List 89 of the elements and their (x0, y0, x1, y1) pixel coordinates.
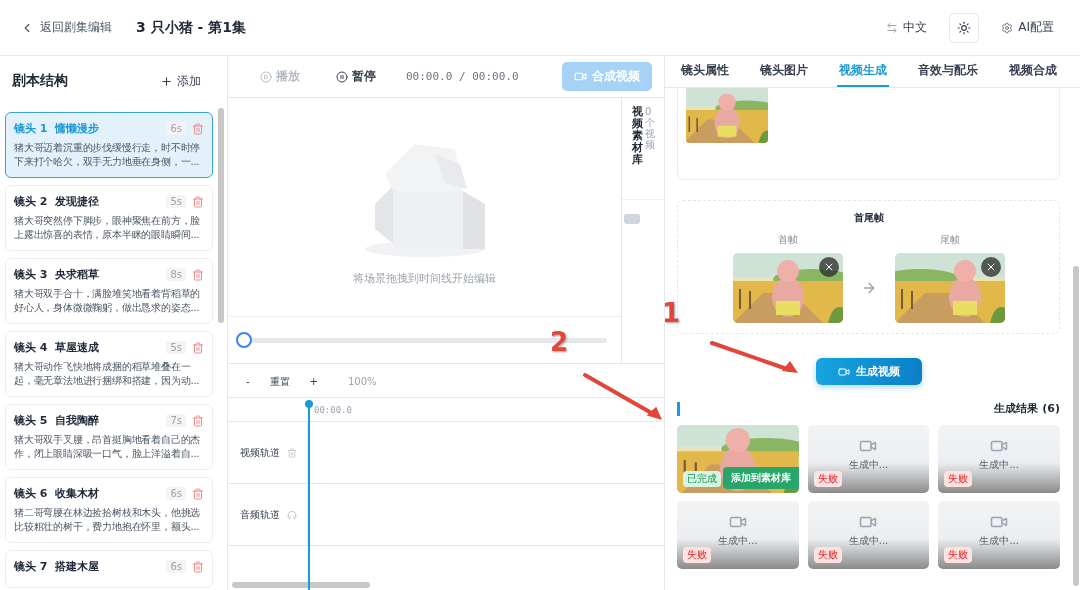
library-handle[interactable] (624, 214, 640, 224)
library-title: 视频素材库 (632, 106, 643, 169)
result-caption: 生成中... (718, 534, 758, 548)
track-label: 音频轨道 (240, 507, 281, 522)
zoom-out-button[interactable]: - (246, 376, 250, 387)
duration-badge: 8s (166, 268, 186, 281)
shot-title: 镜头 1 慵懒漫步 (14, 121, 101, 136)
shot-card[interactable]: 镜头 2 发现捷径 5s 猪大哥突然停下脚步，眼神聚焦在前方，脸上露出惊喜的表情，原本半眯的眼睛瞬间... (5, 185, 213, 251)
ruler-time: 00:00.0 (314, 404, 352, 415)
frames-title: 首尾帧 (853, 211, 884, 225)
theme-button[interactable] (949, 12, 980, 43)
trash-icon[interactable] (287, 447, 297, 458)
pause-button[interactable]: 暂停 (330, 67, 382, 86)
panel-tab[interactable]: 镜头图片 (757, 56, 810, 87)
add-button[interactable]: 添加 (154, 71, 207, 91)
shot-card[interactable]: 镜头 1 慵懒漫步 6s 猪大哥迈着沉重的步伐缓慢行走，时不时停下来打个哈欠，双手无力地垂在身侧，一... (5, 112, 213, 178)
shot-description: 猪大哥突然停下脚步，眼神聚焦在前方，脸上露出惊喜的表情，原本半眯的眼睛瞬间... (14, 214, 202, 242)
settings-icon (1001, 21, 1014, 34)
status-badge: 失败 (944, 547, 973, 563)
duration-badge: 6s (166, 122, 186, 135)
headphones-icon (287, 509, 297, 520)
panel-tab[interactable]: 镜头属性 (678, 56, 731, 87)
page-title: 3 只小猪 - 第1集 (136, 18, 247, 37)
shot-title: 镜头 5 自我陶醉 (14, 413, 101, 428)
last-frame-label: 尾帧 (939, 233, 960, 247)
result-caption: 生成中... (979, 534, 1019, 548)
shot-description: 猪大哥双手叉腰，昂首挺胸地看着自己的杰作，闭上眼睛深吸一口气，脸上洋溢着自... (14, 433, 202, 461)
pause-icon (336, 70, 348, 83)
results-title: 生成结果 (6) (994, 401, 1060, 416)
delete-icon[interactable] (192, 341, 204, 354)
delete-icon[interactable] (192, 268, 204, 281)
shot-card[interactable]: 镜头 5 自我陶醉 7s 猪大哥双手叉腰，昂首挺胸地看着自己的杰作，闭上眼睛深吸一口气，脸上洋溢着自... (5, 404, 213, 470)
annotation-number: 2 (550, 327, 569, 357)
result-caption: 生成中... (848, 534, 889, 548)
scrollbar[interactable] (232, 582, 370, 588)
language-button[interactable]: 中文 (880, 18, 934, 37)
delete-icon[interactable] (192, 560, 204, 573)
status-badge: 已完成 (683, 471, 721, 487)
annotation-number: 1 (662, 298, 681, 328)
result-caption: 生成中... (848, 458, 889, 472)
shot-description: 猪二哥弯腰在林边捡拾树枝和木头，他挑选比较粗壮的树干，费力地抱在怀里，额头... (14, 506, 202, 534)
duration-badge: 5s (166, 341, 186, 354)
shot-title: 镜头 6 收集木材 (14, 486, 101, 501)
shot-title: 镜头 2 发现捷径 (14, 194, 101, 209)
shot-card[interactable]: 镜头 6 收集木材 6s 猪二哥弯腰在林边捡拾树枝和木头，他挑选比较粗壮的树干，费力地抱在怀里，额头... (5, 477, 213, 543)
delete-icon[interactable] (192, 487, 204, 500)
duration-badge: 6s (166, 560, 186, 573)
back-link[interactable]: 返回剧集编辑 (20, 19, 112, 36)
delete-icon[interactable] (192, 414, 204, 427)
panel-tab[interactable]: 视频合成 (1006, 56, 1059, 87)
result-caption: 生成中... (979, 458, 1019, 472)
play-icon (260, 70, 272, 83)
video-icon (837, 365, 850, 378)
video-icon (574, 70, 587, 83)
generate-video-button[interactable]: 生成视频 (815, 358, 922, 385)
shot-card[interactable]: 镜头 4 草屋速成 5s 猪大哥动作飞快地将成捆的稻草堆叠在一起，毫无章法地进行捆绑和搭建，因为动... (5, 331, 213, 397)
library-count: 0个视频 (645, 106, 655, 152)
shot-title: 镜头 4 草屋速成 (14, 340, 101, 355)
track-label: 视频轨道 (240, 445, 281, 460)
status-badge: 失败 (813, 471, 842, 487)
reset-button[interactable]: 重置 (269, 374, 290, 389)
scrollbar[interactable] (1073, 266, 1079, 586)
status-badge: 失败 (683, 547, 711, 563)
shot-description: 猪大哥迈着沉重的步伐缓慢行走，时不时停下来打个哈欠，双手无力地垂在身侧，一... (14, 141, 202, 169)
time-display: 00:00.0 / 00:00.0 (406, 70, 520, 83)
status-badge: 失败 (813, 547, 842, 563)
zoom-level: 100% (348, 376, 377, 387)
duration-badge: 6s (166, 487, 186, 500)
empty-hint: 将场景拖拽到时间线开始编辑 (353, 270, 496, 286)
duration-badge: 5s (166, 195, 186, 208)
zoom-in-button[interactable]: + (309, 376, 318, 387)
panel-tab[interactable]: 音效与配乐 (915, 56, 980, 87)
status-badge: 失败 (944, 471, 973, 487)
shot-title: 镜头 7 搭建木屋 (14, 559, 101, 574)
shot-card[interactable]: 镜头 7 搭建木屋 6s (5, 550, 213, 588)
shot-title: 镜头 3 央求稻草 (14, 267, 101, 282)
shot-description: 猪大哥动作飞快地将成捆的稻草堆叠在一起，毫无章法地进行捆绑和搭建，因为动... (14, 360, 201, 388)
sun-icon (957, 20, 972, 35)
duration-badge: 7s (166, 414, 186, 427)
ai-config-button[interactable]: AI配置 (995, 18, 1060, 37)
plus-icon (160, 74, 173, 88)
sidebar-title: 剧本结构 (12, 72, 68, 90)
first-frame-label: 首帧 (777, 233, 798, 247)
delete-icon[interactable] (192, 195, 204, 208)
delete-icon[interactable] (192, 122, 204, 135)
swap-icon (886, 21, 899, 34)
shot-description: 猪大哥双手合十，满脸堆笑地看着背稻草的好心人，身体微微鞠躬，做出恳求的姿态... (14, 287, 202, 315)
shot-card[interactable]: 镜头 3 央求稻草 8s 猪大哥双手合十，满脸堆笑地看着背稻草的好心人，身体微微鞠躬，做出恳求的姿态... (5, 258, 213, 324)
scrollbar[interactable] (218, 108, 224, 323)
